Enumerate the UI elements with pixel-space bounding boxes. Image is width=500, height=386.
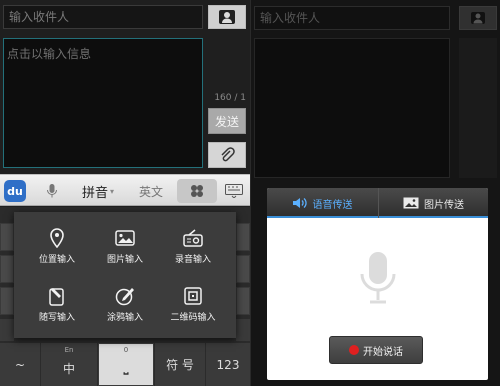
ime-logo[interactable]: du bbox=[4, 180, 26, 202]
contacts-button-dimmed[interactable] bbox=[459, 6, 497, 30]
image-input-label: 图片输入 bbox=[106, 255, 143, 265]
voice-dialog: 语音传送 图片传送 开始说话 bbox=[267, 188, 488, 380]
ime-english-mode[interactable]: 英文 bbox=[126, 179, 176, 203]
recipient-input[interactable]: 输入收件人 bbox=[3, 5, 203, 29]
doodle-input-label: 涂鸦输入 bbox=[106, 313, 143, 323]
key-space[interactable]: 0 ⎵ bbox=[98, 343, 154, 386]
recipient-input-dimmed[interactable]: 输入收件人 bbox=[254, 6, 450, 30]
en-small-label: En bbox=[64, 346, 74, 354]
start-speaking-label: 开始说话 bbox=[363, 346, 403, 358]
start-speaking-button[interactable]: 开始说话 bbox=[329, 336, 423, 364]
voice-dialog-tabs: 语音传送 图片传送 bbox=[267, 188, 488, 218]
tilde-label: ~ bbox=[14, 357, 26, 372]
recorder-input-item[interactable]: 录音输入 bbox=[158, 220, 228, 272]
plugin-icon bbox=[191, 185, 203, 197]
pinyin-label: 拼音 bbox=[81, 185, 108, 201]
key-row4-right[interactable] bbox=[236, 319, 250, 341]
recorder-icon bbox=[183, 229, 203, 247]
chevron-down-icon: ▾ bbox=[110, 186, 115, 196]
key-symbol[interactable]: 符 号 bbox=[155, 343, 205, 386]
tab-image-label: 图片传送 bbox=[424, 199, 464, 211]
side-area-dimmed bbox=[459, 38, 497, 178]
image-icon bbox=[115, 230, 135, 246]
microphone-icon bbox=[47, 184, 57, 198]
space-icon: ⎵ bbox=[123, 361, 129, 375]
large-microphone-icon bbox=[360, 252, 396, 304]
handwrite-input-label: 随写输入 bbox=[38, 313, 75, 323]
doodle-icon bbox=[115, 288, 134, 306]
symbol-label: 符 号 bbox=[166, 358, 194, 372]
key-chinese-english[interactable]: En 中 bbox=[41, 343, 97, 386]
char-counter: 160 / 1 bbox=[214, 93, 246, 103]
handwrite-icon bbox=[49, 288, 64, 306]
ime-plugin-popup: 位置输入 图片输入 录音输入 随写输入 涂鸦输入 二维码输入 bbox=[14, 212, 236, 338]
tab-voice-label: 语音传送 bbox=[312, 199, 353, 211]
zhong-label: 中 bbox=[62, 362, 75, 376]
contact-icon bbox=[471, 12, 485, 24]
ime-pinyin-mode[interactable]: 拼音 ▾ bbox=[72, 179, 124, 203]
doodle-input-item[interactable]: 涂鸦输入 bbox=[90, 278, 160, 330]
ime-voice-button[interactable] bbox=[33, 179, 71, 203]
send-button[interactable]: 发送 bbox=[208, 108, 246, 134]
qrcode-input-item[interactable]: 二维码输入 bbox=[158, 278, 228, 330]
record-dot-icon bbox=[349, 345, 359, 355]
key-tilde[interactable]: ~ bbox=[0, 343, 40, 386]
handwrite-input-item[interactable]: 随写输入 bbox=[22, 278, 92, 330]
attach-button[interactable] bbox=[208, 142, 246, 168]
key-row4-left[interactable] bbox=[0, 319, 14, 341]
picture-icon bbox=[403, 197, 419, 209]
qrcode-icon bbox=[184, 287, 202, 305]
right-panel: 输入收件人 语音传送 图片传送 开始说话 bbox=[250, 0, 500, 386]
key-row3-right[interactable] bbox=[236, 287, 250, 315]
location-input-label: 位置输入 bbox=[38, 255, 75, 265]
left-panel: 输入收件人 点击以输入信息 160 / 1 发送 du 拼音 ▾ 英文 ~ En 中… bbox=[0, 0, 250, 386]
ime-hide-keyboard-button[interactable] bbox=[222, 179, 246, 203]
key-row2-left[interactable] bbox=[0, 255, 14, 283]
image-input-item[interactable]: 图片输入 bbox=[90, 220, 160, 272]
tab-image-send[interactable]: 图片传送 bbox=[378, 188, 488, 218]
zero-small-label: 0 bbox=[123, 346, 129, 354]
qrcode-input-label: 二维码输入 bbox=[170, 313, 216, 323]
message-input[interactable]: 点击以输入信息 bbox=[3, 38, 203, 168]
location-icon bbox=[50, 228, 64, 248]
key-row2-right[interactable] bbox=[236, 255, 250, 283]
key-number[interactable]: 123 bbox=[206, 343, 250, 386]
ime-plugins-button[interactable] bbox=[177, 179, 217, 203]
keyboard-icon bbox=[225, 184, 243, 198]
number-label: 123 bbox=[216, 357, 240, 372]
recorder-input-label: 录音输入 bbox=[174, 255, 211, 265]
tab-voice-send[interactable]: 语音传送 bbox=[267, 188, 377, 218]
message-input-dimmed[interactable] bbox=[254, 38, 450, 178]
speaker-icon bbox=[292, 198, 307, 208]
paperclip-icon bbox=[221, 147, 235, 162]
key-row1-right[interactable] bbox=[236, 223, 250, 251]
ime-toolbar: du 拼音 ▾ 英文 bbox=[0, 174, 250, 206]
key-row1-left[interactable] bbox=[0, 223, 14, 251]
contacts-button[interactable] bbox=[208, 5, 246, 29]
location-input-item[interactable]: 位置输入 bbox=[22, 220, 92, 272]
contact-icon bbox=[219, 10, 235, 24]
key-row3-left[interactable] bbox=[0, 287, 14, 315]
